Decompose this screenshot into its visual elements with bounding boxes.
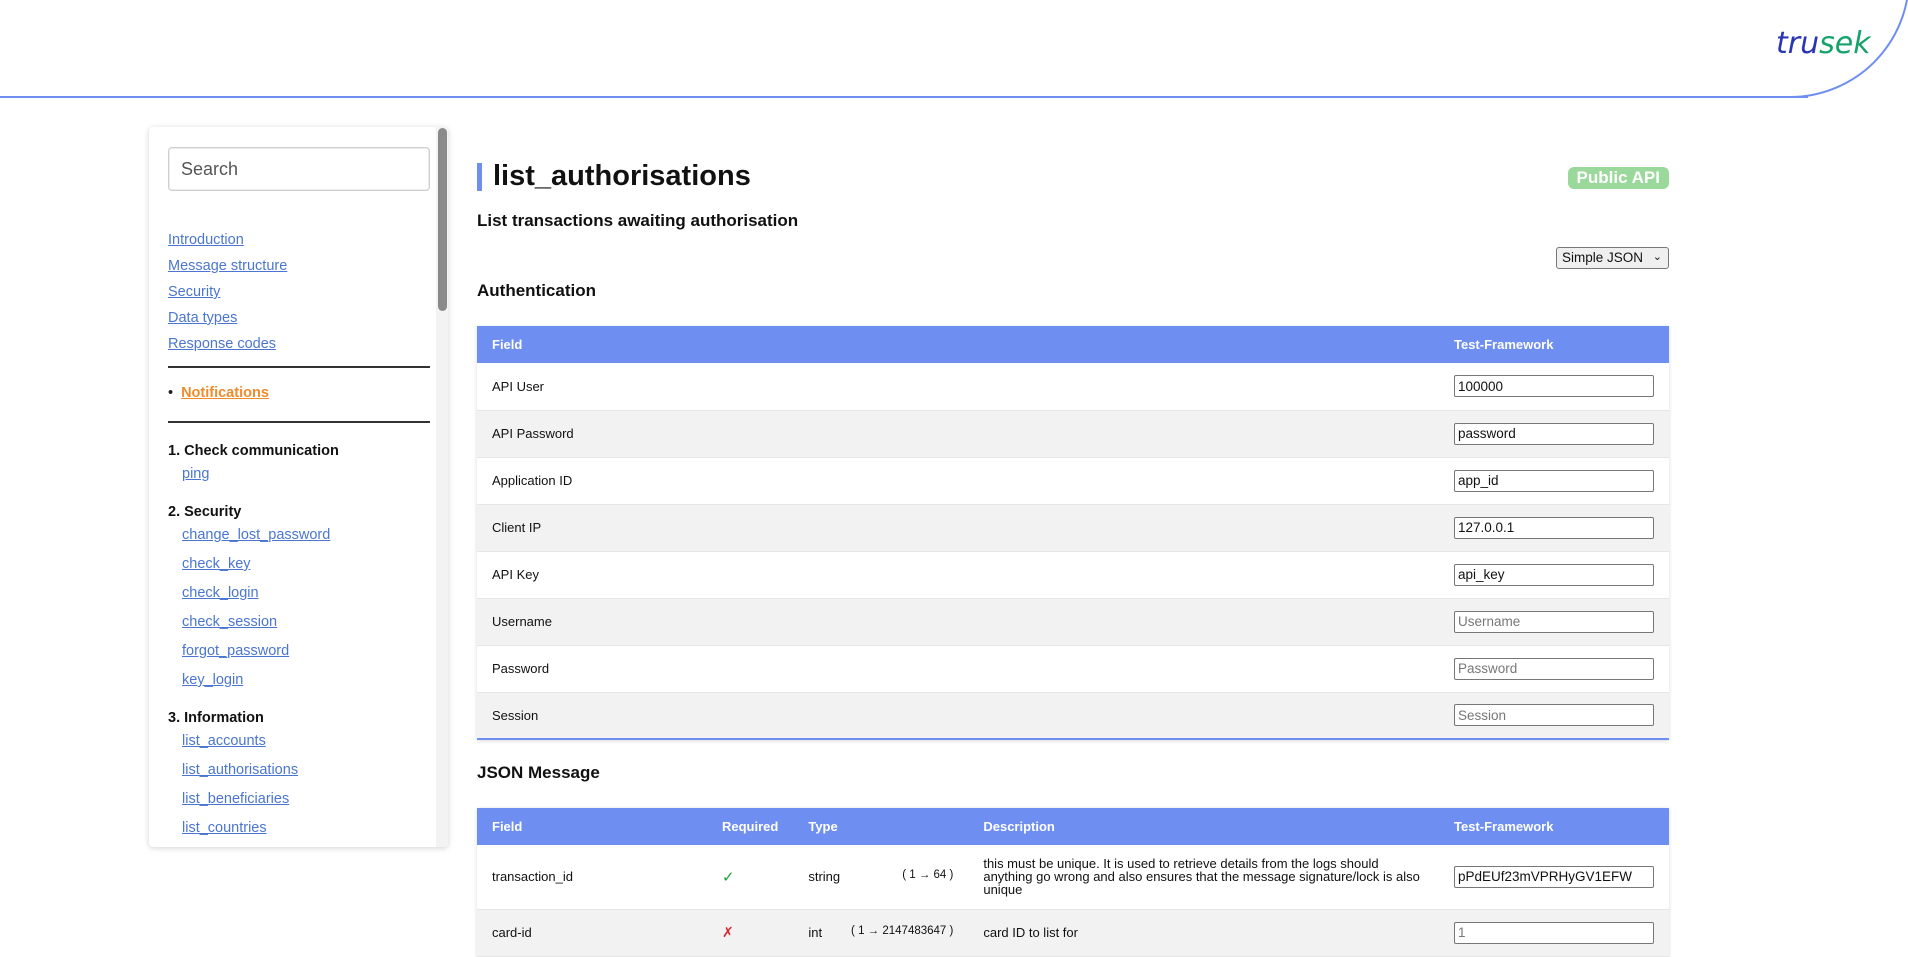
- chevron-down-icon: ⌄: [1652, 251, 1662, 263]
- group-title-security: 2. Security: [168, 504, 242, 520]
- column-header-type: Type: [793, 808, 969, 845]
- client-ip-input[interactable]: [1454, 516, 1654, 539]
- group-title-check-communication: 1. Check communication: [168, 443, 339, 459]
- field-description: this must be unique. It is used to retri…: [968, 845, 1439, 910]
- table-row: Password: [477, 645, 1669, 693]
- table-row: transaction_id ✓ string ( 1 → 64 ) this m…: [477, 845, 1669, 910]
- type-label: int: [808, 925, 823, 940]
- transaction-id-input[interactable]: [1454, 865, 1654, 888]
- sidebar-link-security[interactable]: Security: [168, 279, 287, 305]
- page-subtitle: List transactions awaiting authorisation: [477, 211, 799, 230]
- sidebar-divider: [168, 366, 430, 368]
- field-label: API Password: [477, 410, 1439, 458]
- column-header-required: Required: [707, 808, 794, 845]
- field-label: card-id: [477, 909, 707, 957]
- field-label: Session: [477, 692, 1439, 740]
- api-password-input[interactable]: [1454, 422, 1654, 445]
- sidebar-link-notifications[interactable]: Notifications: [181, 385, 269, 401]
- sidebar-link-introduction[interactable]: Introduction: [168, 227, 287, 253]
- session-input[interactable]: [1454, 704, 1654, 727]
- title-accent-bar: [477, 163, 482, 191]
- card-id-input[interactable]: [1454, 921, 1654, 944]
- sidebar-notifications: • Notifications: [168, 385, 269, 401]
- sidebar-item-ping[interactable]: ping: [182, 460, 430, 489]
- field-label: Client IP: [477, 504, 1439, 552]
- field-label: transaction_id: [477, 845, 707, 910]
- public-api-badge: Public API: [1567, 167, 1669, 189]
- password-input[interactable]: [1454, 657, 1654, 680]
- format-select[interactable]: Simple JSON ⌄: [1556, 247, 1669, 269]
- logo-part-2: sek: [1819, 26, 1871, 61]
- sidebar: Introduction Message structure Security …: [149, 127, 448, 847]
- top-header: trusek: [0, 0, 1908, 99]
- application-id-input[interactable]: [1454, 469, 1654, 492]
- field-label: Application ID: [477, 457, 1439, 505]
- column-header-field: Field: [477, 808, 707, 845]
- sidebar-item-forgot-password[interactable]: forgot_password: [182, 637, 430, 666]
- sidebar-item-change-lost-password[interactable]: change_lost_password: [182, 521, 430, 550]
- type-label: string: [808, 869, 841, 885]
- sidebar-link-data-types[interactable]: Data types: [168, 305, 287, 331]
- sidebar-divider: [168, 421, 430, 423]
- sidebar-scrollbar-thumb[interactable]: [438, 128, 447, 311]
- sidebar-item-key-login[interactable]: key_login: [182, 666, 430, 695]
- header-rule: [0, 96, 1808, 98]
- table-header-row: Field Required Type Description Test-Fra…: [477, 808, 1669, 845]
- table-row: Session: [477, 692, 1669, 740]
- check-icon: ✓: [722, 868, 735, 886]
- field-label: API User: [477, 363, 1439, 411]
- table-row: Client IP: [477, 504, 1669, 552]
- json-message-heading: JSON Message: [477, 763, 600, 782]
- sidebar-item-list-authorisations[interactable]: list_authorisations: [182, 756, 430, 785]
- cross-icon: ✗: [722, 924, 734, 940]
- authentication-table: Field Test-Framework API User API Passwo…: [477, 326, 1669, 740]
- field-label: Username: [477, 598, 1439, 646]
- api-user-input[interactable]: [1454, 375, 1654, 398]
- table-row: Application ID: [477, 457, 1669, 505]
- sidebar-item-check-login[interactable]: check_login: [182, 579, 430, 608]
- authentication-heading: Authentication: [477, 281, 596, 300]
- page-title: list_authorisations: [493, 160, 751, 192]
- table-row: Username: [477, 598, 1669, 646]
- sidebar-item-list-countries[interactable]: list_countries: [182, 814, 430, 843]
- api-key-input[interactable]: [1454, 563, 1654, 586]
- trusek-logo[interactable]: trusek: [1776, 26, 1871, 61]
- bullet-icon: •: [168, 385, 174, 401]
- table-row: API Password: [477, 410, 1669, 458]
- logo-part-1: tru: [1776, 26, 1820, 61]
- type-range: ( 1 → 2147483647 ): [851, 925, 954, 937]
- search-input[interactable]: [168, 147, 430, 191]
- json-message-table: Field Required Type Description Test-Fra…: [477, 808, 1669, 957]
- field-label: API Key: [477, 551, 1439, 599]
- table-header-row: Field Test-Framework: [477, 326, 1669, 363]
- type-range: ( 1 → 64 ): [902, 869, 954, 882]
- field-label: Password: [477, 645, 1439, 693]
- username-input[interactable]: [1454, 610, 1654, 633]
- sidebar-top-links: Introduction Message structure Security …: [168, 227, 287, 357]
- table-row: API Key: [477, 551, 1669, 599]
- column-header-field: Field: [477, 326, 1439, 363]
- column-header-test-framework: Test-Framework: [1439, 808, 1669, 845]
- field-description: card ID to list for: [968, 909, 1439, 957]
- sidebar-item-list-beneficiaries[interactable]: list_beneficiaries: [182, 785, 430, 814]
- column-header-test-framework: Test-Framework: [1439, 326, 1669, 363]
- sidebar-item-check-session[interactable]: check_session: [182, 608, 430, 637]
- column-header-description: Description: [968, 808, 1439, 845]
- sidebar-groups: 1. Check communication ping 2. Security …: [168, 442, 430, 843]
- sidebar-link-response-codes[interactable]: Response codes: [168, 331, 287, 357]
- sidebar-item-list-accounts[interactable]: list_accounts: [182, 727, 430, 756]
- group-title-information: 3. Information: [168, 710, 264, 726]
- table-row: card-id ✗ int ( 1 → 2147483647 ) card ID …: [477, 909, 1669, 957]
- sidebar-item-check-key[interactable]: check_key: [182, 550, 430, 579]
- format-select-value: Simple JSON: [1562, 250, 1644, 265]
- sidebar-link-message-structure[interactable]: Message structure: [168, 253, 287, 279]
- table-row: API User: [477, 363, 1669, 411]
